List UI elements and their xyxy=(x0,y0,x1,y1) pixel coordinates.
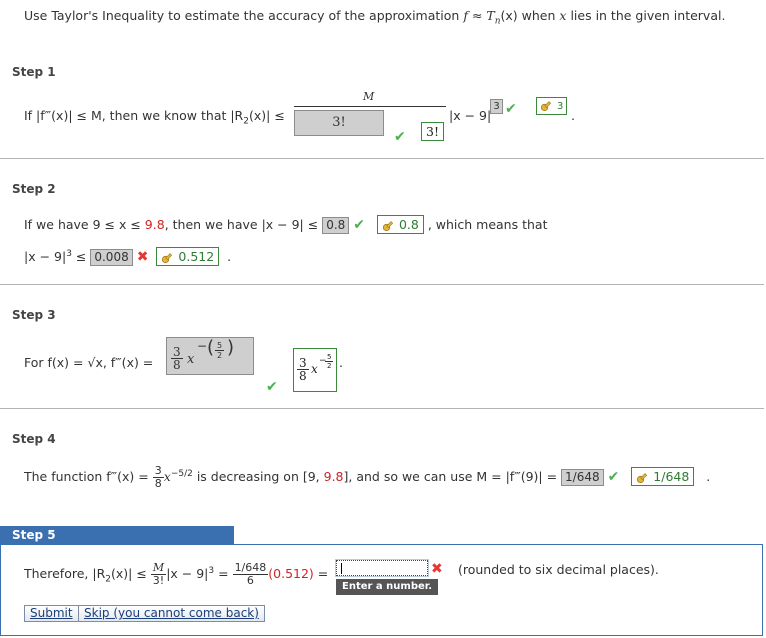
skip-button[interactable]: Skip (you cannot come back) xyxy=(78,605,265,622)
step3-input[interactable]: 38 x − ( 52 ) xyxy=(166,337,254,375)
step3-text: For f(x) = √x, f‴(x) = xyxy=(24,355,154,370)
step5-rounding-note: (rounded to six decimal places). xyxy=(458,562,659,577)
step1-denominator-input[interactable]: 3! xyxy=(294,110,384,136)
step3-period: . xyxy=(339,355,343,370)
step5-text: Therefore, |R2(x)| ≤ M 3! |x − 9|3 = 1/648… xyxy=(24,561,329,587)
step1-exponent-answer-box: 3 xyxy=(536,97,568,115)
step4-label: Step 4 xyxy=(12,432,56,446)
step3-answer-box: 38 x − 52 xyxy=(293,348,337,392)
step1-answer-box: 3! xyxy=(421,122,444,141)
step2-check-icon-1: ✔ xyxy=(353,217,366,233)
input-tooltip: Enter a number. xyxy=(336,579,439,595)
question-text: Use Taylor's Inequality to estimate the … xyxy=(24,8,726,27)
step1-exponent-check-icon: ✔ xyxy=(505,101,517,117)
step2-line1: If we have 9 ≤ x ≤ 9.8, then we have |x … xyxy=(24,215,548,234)
key-icon xyxy=(382,221,394,232)
step5-cross-icon: ✖ xyxy=(431,561,443,577)
step2-input-2[interactable]: 0.008 xyxy=(90,249,133,267)
divider-2 xyxy=(0,284,764,285)
key-icon xyxy=(637,473,648,484)
step1-check-icon: ✔ xyxy=(394,129,406,145)
step1-exponent-input[interactable]: 3 xyxy=(490,99,503,114)
step2-answer-box-1: 0.8 xyxy=(376,215,424,234)
step1-text: If |f‴(x)| ≤ M, then we know that |R2(x)… xyxy=(24,108,285,127)
divider-1 xyxy=(0,158,764,159)
step1-abs-expression: |x − 9| xyxy=(449,108,492,123)
divider-3 xyxy=(0,408,764,409)
step2-label: Step 2 xyxy=(12,182,56,196)
step4-answer-box: 1/648 xyxy=(631,467,695,486)
step2-input-1[interactable]: 0.8 xyxy=(322,217,350,234)
step1-period: . xyxy=(571,108,575,123)
step1-label: Step 1 xyxy=(12,65,56,79)
step4-text: The function f‴(x) = 3 8 x−5/2 is decreasi… xyxy=(24,464,711,490)
step3-label: Step 3 xyxy=(12,308,56,322)
step2-line2: |x − 9|3 ≤ 0.008 ✖ 0.512 . xyxy=(24,247,232,267)
step4-input[interactable]: 1/648 xyxy=(561,469,604,486)
step4-check-icon: ✔ xyxy=(607,469,620,485)
key-icon xyxy=(540,101,552,112)
step3-check-icon: ✔ xyxy=(266,379,278,395)
submit-button[interactable]: Submit xyxy=(24,605,79,622)
step5-answer-input[interactable] xyxy=(335,559,429,577)
step1-fraction-numerator: M xyxy=(363,90,375,103)
step1-fraction-bar xyxy=(294,106,446,107)
text-cursor xyxy=(341,563,342,574)
key-icon xyxy=(162,253,173,264)
step2-answer-box-2: 0.512 xyxy=(156,247,220,267)
step2-cross-icon: ✖ xyxy=(136,249,149,266)
step5-tab: Step 5 xyxy=(0,526,234,544)
